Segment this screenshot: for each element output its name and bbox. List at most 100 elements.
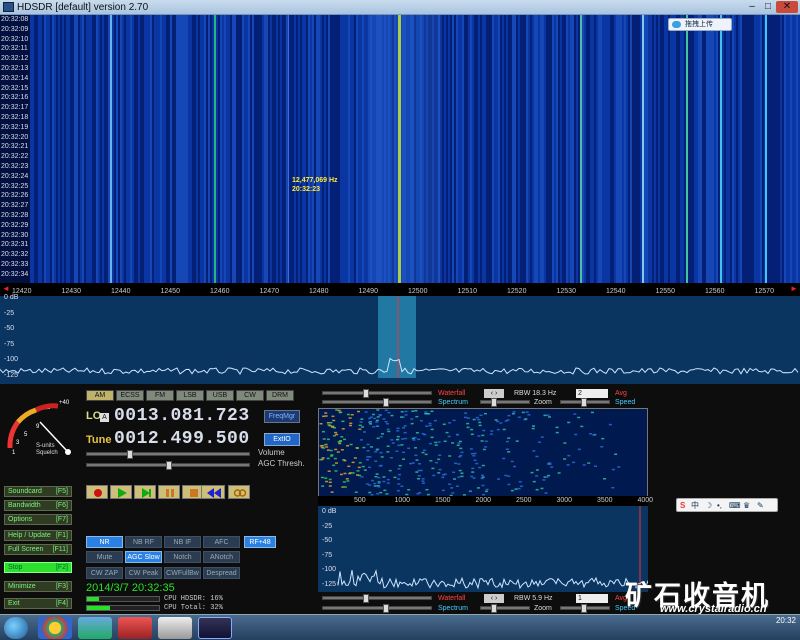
frequency-axis[interactable]: ◄ ► 12420 12430 12440 12450 12460 12470 12480 1…: [0, 283, 800, 296]
hdsdr-taskbar-icon[interactable]: [198, 617, 232, 639]
bottom-speed-thumb[interactable]: [581, 604, 587, 613]
agc-threshold-slider[interactable]: [86, 461, 250, 470]
freq-tick-label: 12450: [160, 288, 180, 295]
ime-moon-icon[interactable]: ☽: [705, 500, 712, 511]
main-spectrum[interactable]: 0 dB -25 -50 -75 -100 -125: [0, 294, 800, 384]
loop-button[interactable]: [228, 485, 250, 499]
main-waterfall[interactable]: [30, 15, 800, 283]
ime-logo-icon[interactable]: S: [680, 500, 685, 511]
rewind-button[interactable]: [201, 485, 225, 499]
network-icon[interactable]: [78, 617, 112, 639]
mode-fm-button[interactable]: FM: [146, 390, 174, 401]
toolbox-icon[interactable]: [118, 617, 152, 639]
ime-keyboard-icon[interactable]: ⌨: [729, 500, 741, 511]
zoom-sp-thumb-1[interactable]: [383, 398, 389, 407]
zoom-slider[interactable]: [480, 398, 530, 407]
speed-thumb[interactable]: [581, 398, 587, 407]
timestamp-label: 20:32:27: [1, 202, 29, 210]
freq-tick-label: 12530: [556, 288, 576, 295]
close-window-button[interactable]: ✕: [776, 1, 798, 13]
dsp-nb-if-button[interactable]: NB IF: [164, 536, 201, 548]
dsp-nb-rf-button[interactable]: NB RF: [125, 536, 162, 548]
timestamp-label: 20:32:21: [1, 143, 29, 151]
timestamp-label: 20:32:23: [1, 163, 29, 170]
upload-button[interactable]: 拖拽上传: [668, 18, 732, 31]
dsp-cw-peak-button[interactable]: CW Peak: [125, 567, 162, 579]
agc-slider-thumb[interactable]: [166, 461, 172, 470]
ime-punct-icon[interactable]: •,: [717, 500, 722, 511]
bottom-zoom-thumb[interactable]: [491, 604, 497, 613]
left-button-full-screen[interactable]: Full Screen [F11]: [4, 544, 72, 555]
timestamp-label: 20:32:15: [1, 84, 29, 92]
dsp-nr-button[interactable]: NR: [86, 536, 123, 548]
dsp-cwfullbw-button[interactable]: CWFullBw: [164, 567, 201, 579]
minimize-window-button[interactable]: –: [744, 1, 760, 13]
zoom-thumb[interactable]: [491, 398, 497, 407]
ime-toolbar[interactable]: S 中 ☽ •, ⌨ ♛ ✎: [676, 498, 778, 512]
bottom-speed-slider[interactable]: [560, 604, 610, 613]
extio-button[interactable]: ExtIO: [264, 433, 300, 446]
zoom-wf-slider-1[interactable]: [322, 389, 432, 398]
dsp-anotch-button[interactable]: ANotch: [203, 551, 240, 563]
left-button-exit[interactable]: Exit [F4]: [4, 598, 72, 609]
spectrum-canvas[interactable]: [0, 296, 800, 384]
tune-frequency-display[interactable]: 0012.499.500: [114, 429, 250, 449]
dsp-afc-button[interactable]: AFC: [203, 536, 240, 548]
left-button-soundcard[interactable]: Soundcard [F5]: [4, 486, 72, 497]
ime-chinese-toggle[interactable]: 中: [691, 500, 699, 511]
bottom-sp-thumb[interactable]: [383, 604, 389, 613]
chrome-icon[interactable]: [38, 617, 72, 639]
ime-tools-icon[interactable]: ✎: [757, 500, 764, 511]
waterfall-canvas[interactable]: [30, 15, 800, 283]
bottom-sp-slider[interactable]: [322, 604, 432, 613]
left-button-help-update[interactable]: Help / Update [F1]: [4, 530, 72, 541]
zoom-waterfall-canvas[interactable]: [319, 409, 648, 497]
bottom-wf-slider[interactable]: [322, 594, 432, 603]
bottom-rbw-stepper[interactable]: ‹ ›: [484, 594, 504, 603]
db-tick-label: -100: [4, 356, 19, 363]
play-button[interactable]: [110, 485, 132, 499]
ime-skin-icon[interactable]: ♛: [743, 500, 750, 511]
title-bar: HDSDR [default] version 2.70 – □ ✕: [0, 0, 800, 15]
pause-button[interactable]: [158, 485, 180, 499]
zoom-sp-slider-1[interactable]: [322, 398, 432, 407]
freqmgr-button[interactable]: FreqMgr: [264, 410, 300, 423]
bottom-zoom-slider[interactable]: [480, 604, 530, 613]
cursor-time: 20:32:23: [292, 186, 321, 193]
speed-slider[interactable]: [560, 398, 610, 407]
dsp-despread-button[interactable]: Despread: [203, 567, 240, 579]
paint-icon[interactable]: [158, 617, 192, 639]
play-wav-button[interactable]: [134, 485, 156, 499]
bottom-wf-thumb[interactable]: [363, 594, 369, 603]
dsp-mute-button[interactable]: Mute: [86, 551, 123, 563]
scroll-left-arrow-icon[interactable]: ◄: [2, 284, 10, 293]
dsp-notch-button[interactable]: Notch: [164, 551, 201, 563]
mode-drm-button[interactable]: DRM: [266, 390, 294, 401]
bottom-avg-select[interactable]: 1: [576, 594, 608, 603]
left-button-stop[interactable]: Stop [F2]: [4, 562, 72, 573]
lo-a-button[interactable]: A: [100, 413, 109, 422]
volume-slider-thumb[interactable]: [126, 450, 133, 459]
zoom-spectrum-canvas[interactable]: [318, 506, 648, 592]
volume-slider[interactable]: [86, 450, 250, 459]
left-button-minimize[interactable]: Minimize [F3]: [4, 581, 72, 592]
mode-lsb-button[interactable]: LSB: [176, 390, 204, 401]
start-button[interactable]: [4, 617, 28, 639]
cpu-hdsdr-label: CPU HDSDR:: [164, 595, 207, 603]
dsp-agc-slow-button[interactable]: AGC Slow: [125, 551, 162, 563]
zoom-spectrum[interactable]: 0 dB -25 -50 -75 -100 -125: [318, 506, 648, 592]
lo-frequency-display[interactable]: 0013.081.723: [114, 406, 250, 426]
mode-am-button[interactable]: AM: [86, 390, 114, 401]
left-button-key: [F1]: [55, 532, 68, 539]
dsp-rf-48-button[interactable]: RF+48: [244, 536, 276, 548]
scroll-right-arrow-icon[interactable]: ►: [790, 284, 798, 293]
mode-usb-button[interactable]: USB: [206, 390, 234, 401]
left-button-label: Full Screen: [8, 546, 44, 553]
dsp-cw-zap-button[interactable]: CW ZAP: [86, 567, 123, 579]
left-button-bandwidth[interactable]: Bandwidth [F6]: [4, 500, 72, 511]
mode-ecss-button[interactable]: ECSS: [116, 390, 144, 401]
record-button[interactable]: [86, 485, 108, 499]
left-button-options[interactable]: Options [F7]: [4, 514, 72, 525]
maximize-window-button[interactable]: □: [760, 1, 776, 13]
mode-cw-button[interactable]: CW: [236, 390, 264, 401]
